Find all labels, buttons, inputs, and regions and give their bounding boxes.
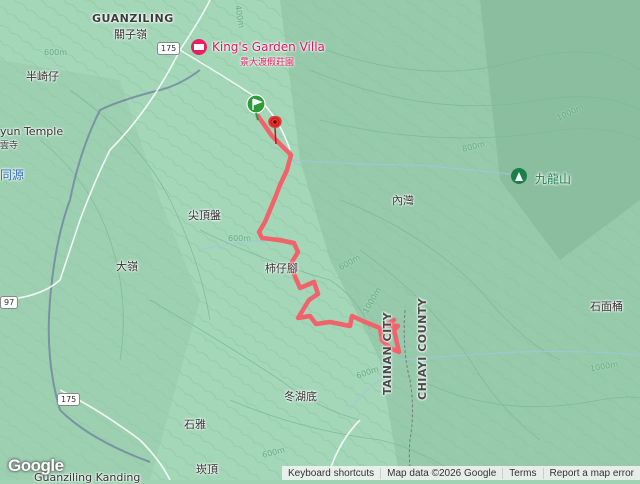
label-guanziling-zh: 關子嶺 xyxy=(114,28,147,41)
label-jiulongshan[interactable]: 九龍山 xyxy=(535,170,571,187)
keyboard-shortcuts-link[interactable]: Keyboard shortcuts xyxy=(282,468,380,479)
contour-label: 600m xyxy=(44,48,68,57)
google-logo[interactable]: Google xyxy=(8,456,64,476)
contour-label: 600m xyxy=(228,234,252,243)
label-kings-garden-villa-zh: 景大渡假莊園 xyxy=(240,58,295,68)
label-jiantoupan: 尖頂盤 xyxy=(188,209,221,222)
label-dalun: 大嶺 xyxy=(116,260,138,273)
terms-link[interactable]: Terms xyxy=(502,467,542,479)
label-donghudi: 冬湖底 xyxy=(284,390,317,403)
map-footer: Keyboard shortcuts Map data ©2026 Google… xyxy=(281,466,640,480)
route-shield-175: 175 xyxy=(57,393,81,406)
label-temple[interactable]: yun Temple xyxy=(0,125,63,138)
label-tainan-city: TAINAN CITY xyxy=(381,311,394,395)
label-kings-garden-villa[interactable]: King's Garden Villa xyxy=(212,40,325,54)
report-map-error-link[interactable]: Report a map error xyxy=(542,467,640,479)
label-shiziyu: 柿仔腳 xyxy=(265,262,298,275)
terrain-map[interactable] xyxy=(0,0,640,480)
label-chiayi-county: CHIAYI COUNTY xyxy=(416,297,429,400)
label-guanziling: GUANZILING xyxy=(92,12,174,25)
hotel-icon[interactable] xyxy=(191,39,207,55)
label-neiwan: 內灣 xyxy=(392,194,414,207)
label-tongyuan[interactable]: 同源 xyxy=(0,166,24,183)
label-shiya: 石雅 xyxy=(184,418,206,431)
label-kuanding: 崁頂 xyxy=(196,463,218,476)
route-shield-97: 97 xyxy=(0,296,19,309)
label-shimiantong: 石面桶 xyxy=(590,300,623,313)
label-temple-zh: 雲寺 xyxy=(0,141,19,151)
map-data-attribution: Map data ©2026 Google xyxy=(380,467,502,479)
label-banqizi: 半崎仔 xyxy=(26,70,59,83)
route-shield-175: 175 xyxy=(157,42,181,55)
mountain-peak-icon[interactable] xyxy=(511,168,527,184)
